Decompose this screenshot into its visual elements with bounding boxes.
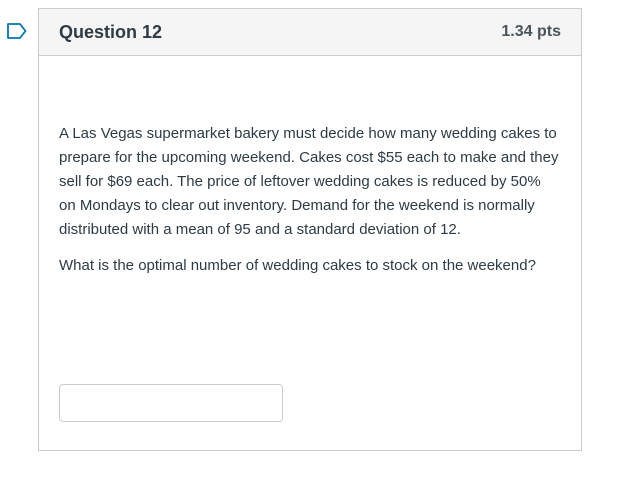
bookmark-flag-icon[interactable]: [6, 22, 28, 40]
question-body: A Las Vegas supermarket bakery must deci…: [39, 56, 581, 278]
question-title: Question 12: [59, 21, 163, 42]
answer-input[interactable]: [59, 384, 283, 422]
question-prompt-paragraph: What is the optimal number of wedding ca…: [59, 257, 536, 274]
question-header: Question 12 1.34 pts: [39, 9, 581, 56]
question-card: Question 12 1.34 pts A Las Vegas superma…: [38, 8, 582, 451]
question-points: 1.34 pts: [501, 23, 561, 40]
question-text-paragraph: A Las Vegas supermarket bakery must deci…: [59, 125, 559, 238]
